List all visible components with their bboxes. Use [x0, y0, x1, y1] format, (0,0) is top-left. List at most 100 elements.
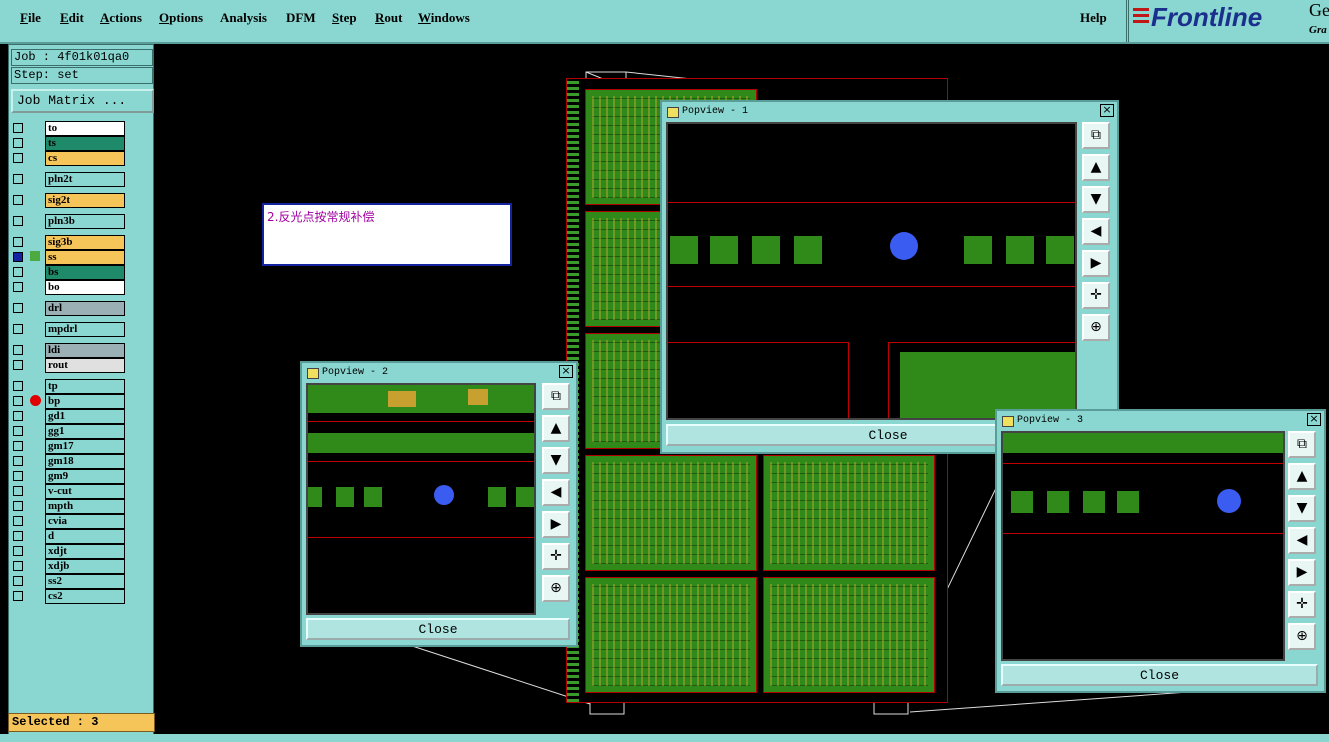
layer-checkbox[interactable]	[13, 267, 23, 277]
layer-checkbox[interactable]	[13, 345, 23, 355]
center-icon[interactable]: ⊕	[542, 575, 570, 602]
layer-row-cs[interactable]: cs	[11, 151, 125, 166]
pan-right-icon[interactable]: ▶	[1082, 250, 1110, 277]
layer-checkbox[interactable]	[13, 486, 23, 496]
layer-row-rout[interactable]: rout	[11, 358, 125, 373]
pan-left-icon[interactable]: ◀	[542, 479, 570, 506]
layer-row-gd1[interactable]: gd1	[11, 409, 125, 424]
layer-row-bo[interactable]: bo	[11, 280, 125, 295]
layer-checkbox[interactable]	[13, 531, 23, 541]
fit-window-icon[interactable]: ⧉	[1288, 431, 1316, 458]
layer-name[interactable]: mpdrl	[45, 322, 125, 337]
layer-checkbox[interactable]	[13, 237, 23, 247]
menu-help[interactable]: Help	[1080, 10, 1107, 26]
layer-name[interactable]: to	[45, 121, 125, 136]
layer-checkbox[interactable]	[13, 303, 23, 313]
menu-edit[interactable]: Edit	[60, 10, 84, 26]
layer-name[interactable]: bs	[45, 265, 125, 280]
layer-checkbox[interactable]	[13, 516, 23, 526]
layer-row-cs2[interactable]: cs2	[11, 589, 125, 604]
menu-file[interactable]: File	[20, 10, 41, 26]
layer-name[interactable]: sig2t	[45, 193, 125, 208]
menu-rout[interactable]: Rout	[375, 10, 402, 26]
layer-name[interactable]: v-cut	[45, 484, 125, 499]
layer-name[interactable]: gm18	[45, 454, 125, 469]
pan-right-icon[interactable]: ▶	[1288, 559, 1316, 586]
layer-row-mpdrl[interactable]: mpdrl	[11, 322, 125, 337]
popview-3-close-button[interactable]: Close	[1001, 664, 1318, 686]
layer-checkbox[interactable]	[13, 174, 23, 184]
layer-checkbox[interactable]	[13, 576, 23, 586]
layer-row-sig2t[interactable]: sig2t	[11, 193, 125, 208]
layer-name[interactable]: gm17	[45, 439, 125, 454]
center-icon[interactable]: ⊕	[1288, 623, 1316, 650]
zoom-area-icon[interactable]: ✛	[542, 543, 570, 570]
popview-2-titlebar[interactable]: Popview - 2	[304, 365, 574, 380]
layer-name[interactable]: sig3b	[45, 235, 125, 250]
menu-windows[interactable]: Windows	[418, 10, 470, 26]
layer-checkbox[interactable]	[13, 471, 23, 481]
layer-checkbox[interactable]	[13, 546, 23, 556]
zoom-in-icon[interactable]: ▲	[1082, 154, 1110, 181]
layer-checkbox[interactable]	[13, 252, 23, 262]
layer-name[interactable]: mpth	[45, 499, 125, 514]
layer-name[interactable]: gd1	[45, 409, 125, 424]
layer-checkbox[interactable]	[13, 360, 23, 370]
popview-3[interactable]: Popview - 3 × ⧉ ▲ ▼ ◀ ▶ ✛ ⊕ Close	[995, 409, 1326, 693]
layer-name[interactable]: gm9	[45, 469, 125, 484]
layer-name[interactable]: bp	[45, 394, 125, 409]
popview-2-canvas[interactable]	[306, 383, 536, 615]
layer-row-pln2t[interactable]: pln2t	[11, 172, 125, 187]
job-matrix-button[interactable]: Job Matrix ...	[11, 89, 154, 113]
close-x-button[interactable]: ×	[1307, 413, 1321, 426]
menu-options[interactable]: Options	[159, 10, 203, 26]
layer-row-xdjt[interactable]: xdjt	[11, 544, 125, 559]
popview-1[interactable]: Popview - 1 × ⧉ ▲ ▼ ◀ ▶ ✛ ⊕ Close	[660, 100, 1119, 454]
layer-checkbox[interactable]	[13, 138, 23, 148]
zoom-out-icon[interactable]: ▼	[1082, 186, 1110, 213]
fit-window-icon[interactable]: ⧉	[542, 383, 570, 410]
close-x-button[interactable]: ×	[559, 365, 573, 378]
layer-name[interactable]: pln2t	[45, 172, 125, 187]
layer-checkbox[interactable]	[13, 561, 23, 571]
fit-window-icon[interactable]: ⧉	[1082, 122, 1110, 149]
menu-dfm[interactable]: DFM	[286, 10, 316, 26]
layer-row-cvia[interactable]: cvia	[11, 514, 125, 529]
popview-1-canvas[interactable]	[666, 122, 1077, 420]
layer-row-sig3b[interactable]: sig3b	[11, 235, 125, 250]
center-icon[interactable]: ⊕	[1082, 314, 1110, 341]
layer-row-gm9[interactable]: gm9	[11, 469, 125, 484]
layer-checkbox[interactable]	[13, 411, 23, 421]
layer-name[interactable]: ss2	[45, 574, 125, 589]
layer-checkbox[interactable]	[13, 216, 23, 226]
layer-checkbox[interactable]	[13, 396, 23, 406]
zoom-out-icon[interactable]: ▼	[1288, 495, 1316, 522]
menu-analysis[interactable]: Analysis	[220, 10, 267, 26]
layer-checkbox[interactable]	[13, 456, 23, 466]
pan-right-icon[interactable]: ▶	[542, 511, 570, 538]
layer-name[interactable]: xdjt	[45, 544, 125, 559]
layer-checkbox[interactable]	[13, 153, 23, 163]
layer-row-tp[interactable]: tp	[11, 379, 125, 394]
layer-name[interactable]: cs	[45, 151, 125, 166]
layer-name[interactable]: tp	[45, 379, 125, 394]
layer-row-to[interactable]: to	[11, 121, 125, 136]
menu-step[interactable]: Step	[332, 10, 357, 26]
pan-left-icon[interactable]: ◀	[1288, 527, 1316, 554]
layer-name[interactable]: cs2	[45, 589, 125, 604]
popview-1-titlebar[interactable]: Popview - 1	[664, 104, 1115, 119]
layer-row-pln3b[interactable]: pln3b	[11, 214, 125, 229]
layer-name[interactable]: ts	[45, 136, 125, 151]
layer-checkbox[interactable]	[13, 324, 23, 334]
layer-row-ss[interactable]: ss	[11, 250, 125, 265]
popview-2[interactable]: Popview - 2 × ⧉ ▲ ▼ ◀ ▶ ✛ ⊕ Close	[300, 361, 578, 647]
close-x-button[interactable]: ×	[1100, 104, 1114, 117]
layer-row-gm18[interactable]: gm18	[11, 454, 125, 469]
layer-row-ss2[interactable]: ss2	[11, 574, 125, 589]
popview-2-close-button[interactable]: Close	[306, 618, 570, 640]
layer-row-gm17[interactable]: gm17	[11, 439, 125, 454]
layer-name[interactable]: drl	[45, 301, 125, 316]
layer-name[interactable]: xdjb	[45, 559, 125, 574]
layer-checkbox[interactable]	[13, 195, 23, 205]
popview-3-titlebar[interactable]: Popview - 3	[999, 413, 1322, 428]
